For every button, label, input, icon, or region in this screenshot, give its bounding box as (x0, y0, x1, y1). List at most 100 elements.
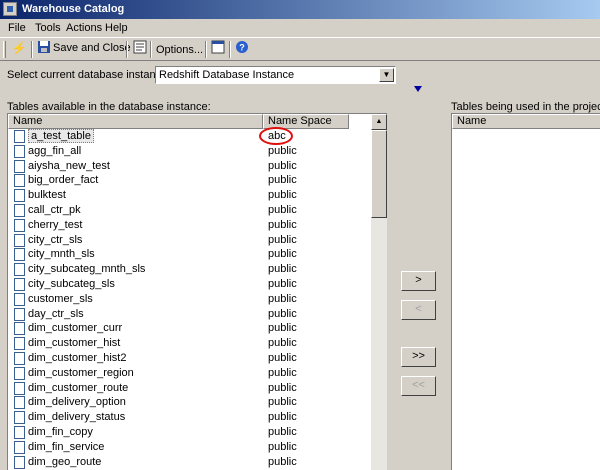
table-namespace: public (268, 263, 297, 276)
used-column-header-name[interactable]: Name (452, 114, 600, 129)
table-icon (14, 218, 25, 232)
table-icon (14, 322, 25, 336)
table-icon (14, 426, 25, 439)
table-namespace: public (268, 159, 297, 172)
table-icon (14, 174, 25, 188)
table-icon (14, 411, 25, 425)
table-name: cherry_test (28, 218, 83, 231)
namespace-highlight-circle (259, 127, 293, 145)
table-row[interactable]: day_ctr_sls public (8, 307, 370, 322)
table-name: city_mnth_sls (28, 248, 95, 261)
table-row[interactable]: city_subcateg_sls public (8, 277, 370, 292)
menu-tools[interactable]: Tools (35, 22, 61, 34)
chevron-down-icon[interactable]: ▼ (379, 68, 394, 82)
svg-text:?: ? (239, 43, 245, 53)
available-tables-list[interactable]: Name Name Space a_test_table abc agg_fin_a… (7, 113, 387, 470)
table-name: call_ctr_pk (28, 204, 81, 216)
table-icon (14, 263, 25, 277)
scroll-up-button[interactable]: ▲ (371, 114, 387, 130)
table-name: a_test_table (28, 129, 94, 143)
table-row[interactable]: dim_customer_region public (8, 366, 370, 381)
db-instance-label: Select current database instance (7, 69, 168, 81)
table-namespace: public (268, 440, 297, 453)
table-namespace: public (268, 426, 297, 438)
table-row[interactable]: dim_fin_copy public (8, 425, 370, 440)
table-namespace: public (268, 204, 297, 216)
app-icon (3, 2, 17, 16)
save-and-close-button[interactable]: Save and Close (36, 40, 131, 59)
table-name: city_ctr_sls (28, 233, 83, 246)
used-tables-label: Tables being used in the project: (451, 101, 600, 113)
help-icon[interactable]: ? (234, 40, 250, 56)
options-button[interactable]: Options... (156, 44, 203, 56)
used-tables-list[interactable]: Name (451, 113, 600, 470)
table-row[interactable]: aiysha_new_test public (8, 159, 370, 174)
db-instance-select[interactable]: Redshift Database Instance ▼ (155, 66, 396, 84)
table-icon (14, 130, 25, 143)
table-namespace: public (268, 144, 297, 157)
table-icon (14, 189, 25, 203)
table-name: customer_sls (28, 292, 93, 305)
add-table-button[interactable]: > (401, 271, 436, 291)
lightning-icon[interactable]: ⚡ (11, 40, 27, 56)
table-row[interactable]: cherry_test public (8, 218, 370, 233)
table-namespace: public (268, 396, 297, 409)
table-icon (14, 144, 25, 158)
table-icon (14, 381, 25, 395)
table-row[interactable]: dim_delivery_status public (8, 410, 370, 425)
table-icon (14, 307, 25, 321)
table-row[interactable]: a_test_table abc (8, 129, 370, 144)
window-icon[interactable] (210, 40, 226, 56)
table-row[interactable]: city_subcateg_mnth_sls public (8, 262, 370, 277)
table-row[interactable]: big_order_fact public (8, 173, 370, 188)
table-name: agg_fin_all (28, 144, 82, 157)
table-namespace: public (268, 337, 297, 350)
table-row[interactable]: dim_customer_hist2 public (8, 351, 370, 366)
table-icon (14, 440, 25, 454)
remove-table-button[interactable]: < (401, 300, 436, 320)
table-namespace: public (268, 322, 297, 335)
table-row[interactable]: dim_geo_route public (8, 455, 370, 470)
vertical-scrollbar[interactable]: ▲ (371, 114, 387, 470)
table-row[interactable]: customer_sls public (8, 292, 370, 307)
table-icon (14, 159, 25, 173)
table-name: aiysha_new_test (28, 159, 110, 172)
menu-help[interactable]: Help (105, 22, 128, 34)
table-row[interactable]: dim_customer_hist public (8, 336, 370, 351)
table-row[interactable]: dim_customer_curr public (8, 321, 370, 336)
splitter-arrow-icon[interactable] (414, 86, 422, 92)
table-name: city_subcateg_mnth_sls (28, 263, 146, 276)
scroll-thumb[interactable] (371, 130, 387, 218)
table-icon (14, 248, 25, 262)
table-icon (14, 455, 25, 469)
save-icon (36, 40, 52, 56)
table-row[interactable]: dim_delivery_option public (8, 395, 370, 410)
menu-actions[interactable]: Actions (66, 22, 102, 34)
remove-all-tables-button[interactable]: << (401, 376, 436, 396)
table-row[interactable]: dim_fin_service public (8, 440, 370, 455)
column-header-name[interactable]: Name (8, 114, 263, 129)
table-row[interactable]: city_ctr_sls public (8, 233, 370, 248)
menu-file[interactable]: File (8, 22, 26, 34)
table-namespace: public (268, 366, 297, 379)
table-name: bulktest (28, 189, 66, 202)
table-row[interactable]: bulktest public (8, 188, 370, 203)
table-namespace: public (268, 218, 297, 231)
table-name: day_ctr_sls (28, 307, 84, 320)
table-row[interactable]: call_ctr_pk public (8, 203, 370, 218)
table-row[interactable]: dim_customer_route public (8, 381, 370, 396)
add-all-tables-button[interactable]: >> (401, 347, 436, 367)
table-row[interactable]: agg_fin_all public (8, 144, 370, 159)
table-name: dim_customer_hist (28, 337, 121, 350)
toolbar: ⚡ Save and Close Options... ? (0, 37, 600, 61)
sql-icon[interactable] (132, 40, 148, 56)
table-row[interactable]: city_mnth_sls public (8, 247, 370, 262)
table-icon (14, 366, 25, 380)
table-icon (14, 352, 25, 365)
table-namespace: public (268, 292, 297, 305)
table-name: dim_fin_copy (28, 426, 93, 438)
table-name: dim_fin_service (28, 440, 105, 453)
table-namespace: public (268, 352, 297, 364)
table-namespace: public (268, 455, 297, 468)
window-title: Warehouse Catalog (22, 3, 125, 15)
